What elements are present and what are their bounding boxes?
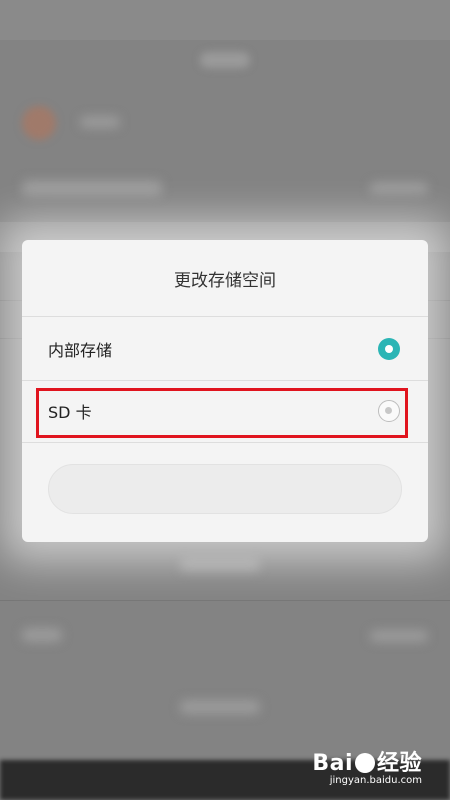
option-label: SD 卡 <box>48 403 92 422</box>
background-title <box>200 52 250 68</box>
watermark: Bai 经验 jingyan.baidu.com <box>312 745 422 786</box>
dialog-divider <box>22 316 428 317</box>
background-button <box>180 700 260 714</box>
watermark-brand-left: Bai <box>312 751 353 776</box>
option-label: 内部存储 <box>48 341 113 360</box>
radio-unchecked-icon[interactable] <box>378 400 400 422</box>
background-app-icon <box>22 106 56 140</box>
dialog-divider <box>22 442 428 443</box>
cancel-button[interactable] <box>48 464 402 514</box>
background-label <box>22 628 62 642</box>
option-internal-storage[interactable]: 内部存储 <box>22 318 428 380</box>
watermark-brand-right: 经验 <box>376 751 422 776</box>
radio-checked-icon[interactable] <box>378 338 400 360</box>
dialog-title: 更改存储空间 <box>174 270 276 291</box>
storage-dialog: 更改存储空间 内部存储 SD 卡 <box>22 240 428 542</box>
background-divider <box>0 600 450 601</box>
background-value <box>370 630 428 642</box>
watermark-brand: Bai 经验 <box>312 745 422 777</box>
background-label <box>22 180 162 196</box>
paw-icon <box>354 753 375 773</box>
background-app-name <box>80 116 120 128</box>
background-button <box>180 558 260 572</box>
background-value <box>370 182 428 194</box>
status-bar <box>0 0 450 40</box>
option-sd-card[interactable]: SD 卡 <box>22 380 428 442</box>
